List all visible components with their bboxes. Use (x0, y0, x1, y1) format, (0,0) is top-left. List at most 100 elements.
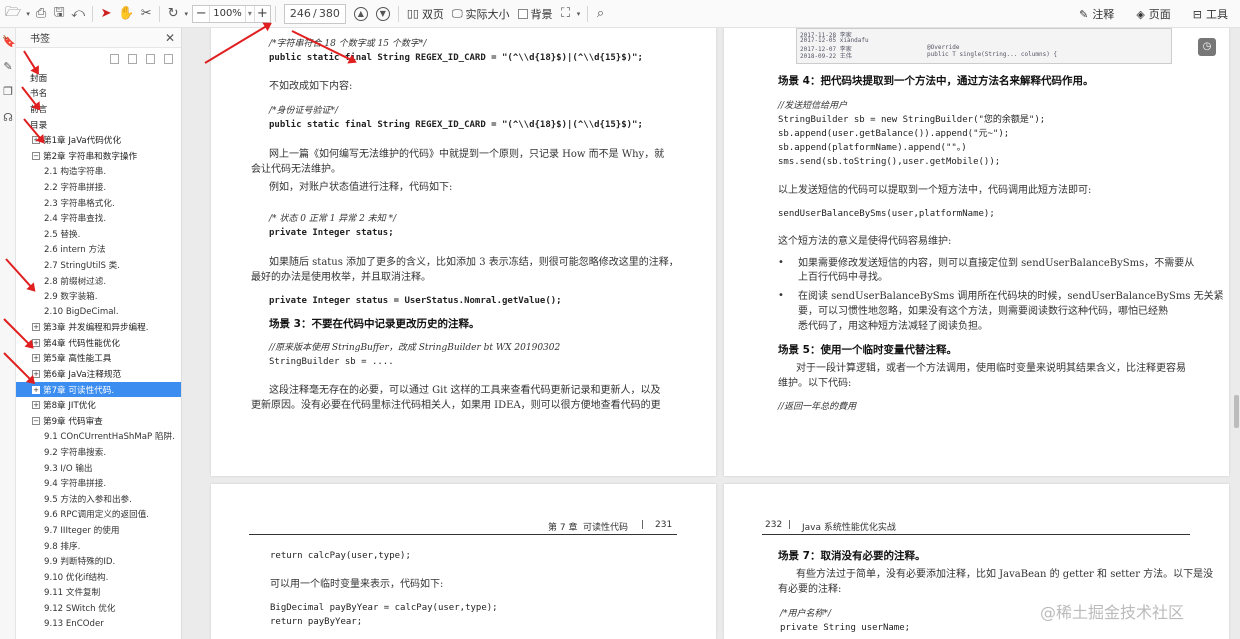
bookmark-item[interactable]: 2.3 字符串格式化. (16, 195, 181, 211)
bookmark-panel-icon[interactable]: 🔖 (2, 36, 16, 48)
bookmark-item[interactable]: 9.2 字符串搜索. (16, 444, 181, 460)
expand-icon[interactable]: + (32, 354, 40, 363)
bookmark-item[interactable]: + 第3章 并发编程和异步编程. (16, 320, 181, 336)
body-text: 这段注释毫无存在的必要，可以通过 Git 这样的工具来查看代码更新记录和更新人，… (269, 385, 661, 396)
page-number-input[interactable]: 246 / 380 (283, 3, 346, 24)
body-text: 如果需要修改发送短信的内容，则可以直接定位到 sendUserBalanceBy… (798, 258, 1195, 269)
bookmark-item[interactable]: 2.2 字符串拼接. (16, 179, 181, 195)
select-cursor-icon[interactable]: ➤ (97, 3, 115, 25)
code-line: return payByYear; (270, 617, 363, 627)
close-icon[interactable]: ✕ (165, 31, 175, 45)
toolbar-divider (92, 5, 94, 22)
code-line: StringBuilder sb = .... (269, 357, 394, 367)
double-page-button[interactable]: ▯▯ 双页 (403, 6, 448, 22)
open-folder-icon[interactable]: 🗁 (2, 3, 24, 25)
previous-page-icon[interactable]: ▲ (353, 6, 368, 21)
background-toggle[interactable]: 背景 (514, 6, 557, 22)
save-icon[interactable]: 🖫 (50, 3, 68, 25)
document-viewer[interactable]: /*字符串符合 18 个数字或 15 个数字*/ public static f… (182, 28, 1240, 639)
body-text: 有必要的注释: (778, 584, 842, 595)
bookmark-item[interactable]: 2.9 数字装箱. (16, 288, 181, 304)
bookmark-item[interactable]: 9.4 字符串拼接. (16, 475, 181, 491)
bookmark-item[interactable]: 书名 (16, 86, 181, 102)
cut-icon[interactable]: ✂ (137, 3, 155, 25)
chevron-down-icon[interactable]: ▾ (24, 3, 32, 25)
bookmark-tools (16, 48, 181, 70)
bookmark-item[interactable]: 9.6 RPC调用定义的返回值. (16, 507, 181, 523)
page-button[interactable]: ◈ 页面 (1132, 6, 1174, 22)
expand-icon[interactable]: + (32, 385, 40, 394)
rotate-icon[interactable]: ↻ (164, 3, 182, 25)
bookmark-item[interactable]: 9.10 优化if结构. (16, 569, 181, 585)
expand-all-icon[interactable] (110, 54, 119, 64)
bookmark-item[interactable]: 目录 (16, 117, 181, 133)
bookmark-item[interactable]: 9.1 COnCUrrentHaShMaP 陷阱. (16, 429, 181, 445)
expand-icon[interactable]: + (32, 323, 40, 332)
toolbar-right: ✎ 注释 ◈ 页面 ⊟ 工具 (1075, 0, 1232, 28)
bookmark-item[interactable]: 9.11 文件复制 (16, 585, 181, 601)
section-heading: 场景 5：使用一个临时变量代替注释。 (778, 344, 957, 356)
expand-icon[interactable]: + (32, 401, 40, 410)
bookmark-item[interactable]: 2.1 构造字符串. (16, 164, 181, 180)
bookmark-item[interactable]: + 第5章 高性能工具 (16, 351, 181, 367)
annotate-button[interactable]: ✎ 注释 (1075, 6, 1118, 22)
pen-icon: ✎ (1079, 7, 1089, 21)
bookmark-item[interactable]: 2.4 字符串查找. (16, 210, 181, 226)
bookmark-label: 第9章 代码审查 (43, 416, 103, 427)
annotation-panel-icon[interactable]: ✎ (2, 61, 14, 73)
actual-size-button[interactable]: 🖵 实际大小 (448, 6, 514, 22)
zoom-dropdown-icon[interactable]: ▾ (246, 9, 254, 18)
collapse-all-icon[interactable] (128, 54, 137, 64)
bookmark-item[interactable]: + 第4章 代码性能优化 (16, 335, 181, 351)
chevron-down-icon[interactable]: ▾ (182, 3, 190, 25)
bookmark-item[interactable]: 2.8 前缀树过滤. (16, 273, 181, 289)
code-comment: //发送短信给用户 (778, 101, 848, 111)
collapse-icon[interactable]: − (32, 151, 40, 160)
bookmark-item[interactable]: 9.12 SWitch 优化 (16, 600, 181, 616)
chevron-down-icon[interactable]: ▾ (575, 3, 583, 25)
next-page-icon[interactable]: ▼ (375, 6, 390, 21)
body-text: 有些方法过于简单，没有必要添加注释，比如 JavaBean 的 getter 和… (796, 569, 1214, 580)
watermark: @稀土掘金技术社区 (1040, 603, 1185, 622)
fullscreen-icon[interactable]: ⛶ (557, 3, 575, 25)
thumbnail-panel-icon[interactable]: ❐ (2, 86, 14, 98)
search-icon[interactable]: ⌕ (592, 3, 610, 25)
code-line: private Integer status; (269, 228, 394, 238)
tools-button[interactable]: ⊟ 工具 (1189, 6, 1232, 22)
add-bookmark-icon[interactable] (146, 54, 155, 64)
bookmark-item[interactable]: − 第2章 字符串和数字操作 (16, 148, 181, 164)
page-total: 380 (318, 7, 340, 20)
bookmark-item[interactable]: 9.8 排序. (16, 538, 181, 554)
bookmark-label: 第3章 并发编程和异步编程. (43, 323, 149, 334)
zoom-out-button[interactable]: − (193, 6, 209, 22)
bookmark-item[interactable]: 9.3 I/O 输出 (16, 460, 181, 476)
bookmark-item[interactable]: 2.10 BigDeCimal. (16, 304, 181, 320)
share-icon[interactable]: ⤺ (68, 3, 88, 25)
print-icon[interactable]: ⎙ (32, 3, 50, 25)
bookmark-item[interactable]: − 第9章 代码审查 (16, 413, 181, 429)
bookmark-item[interactable]: 9.13 EnCOder (16, 616, 181, 632)
collapse-icon[interactable]: − (32, 416, 40, 425)
code-line: public static final String REGEX_ID_CARD… (269, 53, 643, 63)
bookmark-item[interactable]: 2.7 StringUtilS 类. (16, 257, 181, 273)
delete-bookmark-icon[interactable] (164, 54, 173, 64)
attachment-panel-icon[interactable]: ☊ (2, 112, 14, 124)
bookmark-item[interactable]: 9.7 IIIteger 的使用 (16, 522, 181, 538)
bookmark-item[interactable]: 2.6 intern 方法 (16, 242, 181, 258)
bookmark-item[interactable]: 2.5 替换. (16, 226, 181, 242)
running-header-page: 231 (655, 520, 673, 530)
bookmark-item[interactable]: + 第7章 可读性代码. (16, 381, 181, 398)
bookmark-item[interactable]: 9.9 判断特殊的ID. (16, 553, 181, 569)
hand-tool-icon[interactable]: ✋ (115, 3, 137, 25)
background-checkbox[interactable] (517, 8, 528, 19)
bookmark-item[interactable]: 9.5 方法的入参和出参. (16, 491, 181, 507)
code-comment: /*用户名称*/ (780, 609, 832, 619)
bookmark-label: 书名 (30, 89, 48, 100)
zoom-level[interactable]: 100% (209, 5, 246, 22)
bookmark-item[interactable]: + 第6章 JaVa注释规范 (16, 366, 181, 382)
bookmark-label: 9.13 EnCOder (44, 618, 104, 629)
viewer-scrollbar[interactable] (1234, 395, 1239, 428)
history-clock-icon[interactable]: ◷ (1198, 38, 1216, 56)
bookmark-item[interactable]: + 第8章 JIT优化 (16, 397, 181, 413)
bookmark-label: 9.12 SWitch 优化 (44, 603, 116, 614)
